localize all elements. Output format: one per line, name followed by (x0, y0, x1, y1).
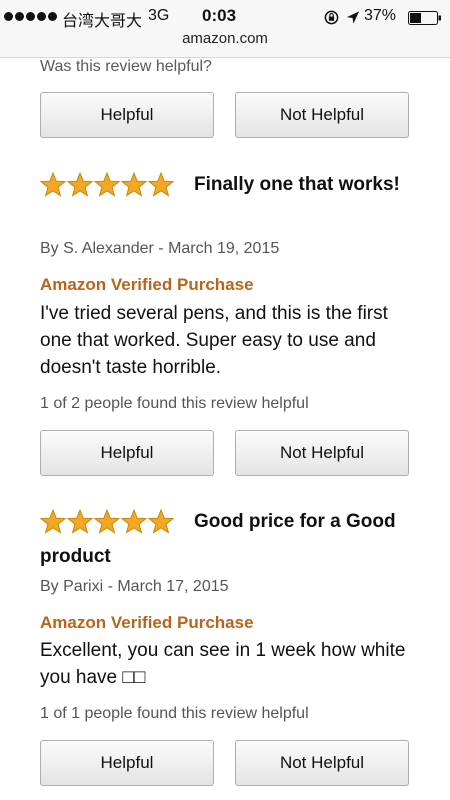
battery-percent: 37% (364, 7, 397, 24)
verified-purchase-badge: Amazon Verified Purchase (40, 613, 254, 632)
battery-icon (408, 11, 441, 25)
address-bar-url[interactable]: amazon.com (0, 30, 450, 47)
review-byline: By Parixi - March 17, 2015 (40, 578, 229, 595)
helpful-button[interactable]: Helpful (40, 740, 214, 786)
helpful-button[interactable]: Helpful (40, 92, 214, 138)
review-title: Finally one that works! (194, 174, 400, 195)
helpful-question: Was this review helpful? (40, 58, 212, 75)
clock: 0:03 (202, 6, 237, 25)
review-byline: By S. Alexander - March 19, 2015 (40, 240, 280, 257)
signal-dots-icon (4, 12, 57, 21)
helpful-count: 1 of 1 people found this review helpful (40, 705, 309, 722)
carrier-name: 台湾大哥大 (62, 13, 143, 30)
not-helpful-button[interactable]: Not Helpful (235, 92, 409, 138)
not-helpful-button[interactable]: Not Helpful (235, 430, 409, 476)
status-bar: 台湾大哥大 3G 0:03 37% amazon.com (0, 0, 450, 58)
location-arrow-icon (346, 11, 360, 24)
status-row: 台湾大哥大 3G 0:03 37% (0, 5, 450, 30)
network-type: 3G (148, 7, 170, 24)
verified-purchase-badge: Amazon Verified Purchase (40, 275, 254, 294)
helpful-count: 1 of 2 people found this review helpful (40, 395, 309, 412)
helpful-button[interactable]: Helpful (40, 430, 214, 476)
review-title: Good price for a Good product (40, 511, 396, 567)
orientation-lock-icon (324, 10, 339, 25)
review-body: Excellent, you can see in 1 week how whi… (40, 640, 406, 688)
review-body: I've tried several pens, and this is the… (40, 303, 388, 378)
not-helpful-button[interactable]: Not Helpful (235, 740, 409, 786)
